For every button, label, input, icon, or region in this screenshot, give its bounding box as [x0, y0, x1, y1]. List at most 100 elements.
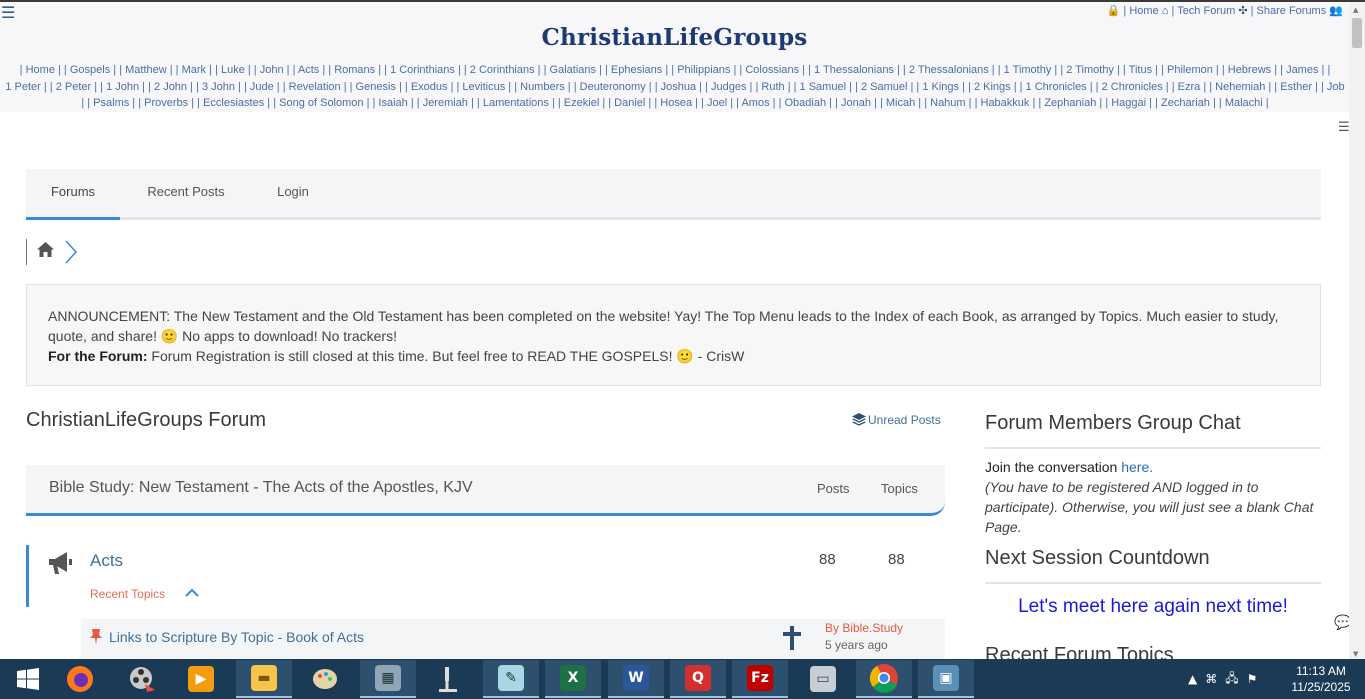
nav-link-leviticus[interactable]: Leviticus	[462, 81, 505, 93]
nav-link-genesis[interactable]: Genesis	[356, 81, 396, 93]
nav-link-haggai[interactable]: Haggai	[1111, 97, 1146, 109]
nav-link-exodus[interactable]: Exodus	[411, 81, 448, 93]
top-link-home[interactable]: Home	[1129, 5, 1158, 17]
nav-link-proverbs[interactable]: Proverbs	[144, 97, 188, 109]
topic-author-link[interactable]: By Bible.Study	[825, 621, 903, 635]
nav-link-nehemiah[interactable]: Nehemiah	[1215, 81, 1265, 93]
nav-link-2-peter[interactable]: 2 Peter	[56, 81, 91, 93]
nav-link-2-corinthians[interactable]: 2 Corinthians	[470, 64, 535, 76]
nav-link-matthew[interactable]: Matthew	[125, 64, 167, 76]
nav-link-micah[interactable]: Micah	[886, 97, 915, 109]
nav-link-home[interactable]: Home	[26, 64, 55, 76]
nav-link-philemon[interactable]: Philemon	[1167, 64, 1213, 76]
site-logo[interactable]: ChristianLifeGroups	[0, 24, 1349, 51]
chat-link[interactable]: here.	[1121, 459, 1153, 475]
nav-link-hosea[interactable]: Hosea	[660, 97, 692, 109]
scroll-down-arrow-icon[interactable]: ▼	[1353, 650, 1358, 658]
nav-link-isaiah[interactable]: Isaiah	[378, 97, 407, 109]
nav-link-amos[interactable]: Amos	[741, 97, 769, 109]
forum-name-link[interactable]: Acts	[90, 551, 123, 571]
taskbar-microscope[interactable]	[420, 660, 476, 698]
nav-link-1-samuel[interactable]: 1 Samuel	[800, 81, 846, 93]
taskbar-system-monitor[interactable]: ▭	[795, 660, 851, 698]
taskbar-file-explorer[interactable]: ▬	[236, 660, 292, 698]
nav-link-ezra[interactable]: Ezra	[1178, 81, 1201, 93]
nav-link-habakkuk[interactable]: Habakkuk	[981, 97, 1030, 109]
taskbar-paint[interactable]	[297, 660, 353, 698]
nav-link-ephesians[interactable]: Ephesians	[611, 64, 662, 76]
flag-icon[interactable]: ⚑	[1247, 672, 1258, 686]
usb-icon[interactable]: ⌘	[1205, 672, 1217, 686]
taskbar-filezilla[interactable]: Fz	[732, 660, 788, 698]
nav-link-numbers[interactable]: Numbers	[520, 81, 565, 93]
home-icon[interactable]	[37, 242, 54, 257]
nav-link-song-of-solomon[interactable]: Song of Solomon	[279, 97, 363, 109]
nav-link-joshua[interactable]: Joshua	[661, 81, 696, 93]
nav-link-3-john[interactable]: 3 John	[202, 81, 235, 93]
tab-forums[interactable]: Forums	[26, 169, 120, 220]
nav-link-jude[interactable]: Jude	[250, 81, 274, 93]
nav-link-1-corinthians[interactable]: 1 Corinthians	[390, 64, 455, 76]
nav-link-2-kings[interactable]: 2 Kings	[974, 81, 1011, 93]
topic-title-link[interactable]: Links to Scripture By Topic - Book of Ac…	[109, 629, 364, 645]
nav-link-galatians[interactable]: Galatians	[550, 64, 596, 76]
nav-link-psalms[interactable]: Psalms	[93, 97, 129, 109]
chevron-up-icon[interactable]: ▲	[1188, 672, 1197, 686]
nav-link-romans[interactable]: Romans	[334, 64, 375, 76]
nav-link-obadiah[interactable]: Obadiah	[784, 97, 826, 109]
taskbar-video[interactable]: ▶	[173, 660, 229, 698]
nav-link-titus[interactable]: Titus	[1129, 64, 1152, 76]
nav-link-1-timothy[interactable]: 1 Timothy	[1004, 64, 1052, 76]
nav-link-john[interactable]: John	[260, 64, 284, 76]
nav-link-nahum[interactable]: Nahum	[930, 97, 965, 109]
nav-link-jeremiah[interactable]: Jeremiah	[423, 97, 468, 109]
nav-link-1-kings[interactable]: 1 Kings	[922, 81, 959, 93]
category-title[interactable]: Bible Study: New Testament - The Acts of…	[49, 479, 473, 497]
nav-link-job[interactable]: Job	[1327, 81, 1345, 93]
nav-link-esther[interactable]: Esther	[1280, 81, 1312, 93]
taskbar-chrome[interactable]	[856, 660, 912, 698]
nav-link-gospels[interactable]: Gospels	[70, 64, 110, 76]
nav-link-2-samuel[interactable]: 2 Samuel	[861, 81, 907, 93]
top-link-share-forums[interactable]: Share Forums	[1257, 5, 1327, 17]
nav-link-hebrews[interactable]: Hebrews	[1228, 64, 1271, 76]
network-icon[interactable]: 🖧	[1225, 669, 1238, 690]
nav-link-zephaniah[interactable]: Zephaniah	[1044, 97, 1096, 109]
nav-link-1-peter[interactable]: 1 Peter	[5, 81, 40, 93]
tab-recent-posts[interactable]: Recent Posts	[133, 169, 239, 220]
nav-link-lamentations[interactable]: Lamentations	[483, 97, 549, 109]
nav-link-luke[interactable]: Luke	[221, 64, 245, 76]
nav-link-judges[interactable]: Judges	[711, 81, 746, 93]
nav-link-1-chronicles[interactable]: 1 Chronicles	[1026, 81, 1087, 93]
nav-link-2-john[interactable]: 2 John	[154, 81, 187, 93]
taskbar-notepad[interactable]: ✎	[483, 660, 539, 698]
taskbar-calculator[interactable]: ▦	[360, 660, 416, 698]
scroll-thumb[interactable]	[1352, 18, 1362, 48]
taskbar-photos[interactable]: ▣	[918, 660, 974, 698]
nav-link-ruth[interactable]: Ruth	[761, 81, 784, 93]
nav-link-1-thessalonians[interactable]: 1 Thessalonians	[814, 64, 894, 76]
nav-link-deuteronomy[interactable]: Deuteronomy	[580, 81, 646, 93]
nav-link-colossians[interactable]: Colossians	[745, 64, 799, 76]
taskbar-word[interactable]: W	[608, 660, 664, 698]
recent-topics-toggle[interactable]: Recent Topics	[90, 587, 165, 601]
scrollbar[interactable]: ▲ ▼	[1349, 2, 1365, 659]
nav-link-acts[interactable]: Acts	[298, 64, 319, 76]
top-link-tech-forum[interactable]: Tech Forum	[1177, 5, 1235, 17]
nav-link-jonah[interactable]: Jonah	[841, 97, 871, 109]
taskbar-clock[interactable]: 11:13 AM 11/25/2025	[1290, 663, 1352, 695]
side-menu-icon[interactable]: ☰	[1338, 120, 1350, 135]
nav-link-revelation[interactable]: Revelation	[289, 81, 341, 93]
taskbar-firefox[interactable]	[52, 660, 108, 698]
taskbar-media-player[interactable]	[114, 660, 170, 698]
scroll-up-arrow-icon[interactable]: ▲	[1353, 6, 1358, 14]
nav-link-2-chronicles[interactable]: 2 Chronicles	[1102, 81, 1163, 93]
nav-link-ezekiel[interactable]: Ezekiel	[564, 97, 599, 109]
unread-posts-link[interactable]: Unread Posts	[852, 413, 941, 427]
chevron-up-icon[interactable]	[185, 588, 199, 598]
nav-link-2-thessalonians[interactable]: 2 Thessalonians	[909, 64, 989, 76]
taskbar-excel[interactable]: X	[545, 660, 601, 698]
nav-link-james[interactable]: James	[1286, 64, 1318, 76]
nav-link-ecclesiastes[interactable]: Ecclesiastes	[203, 97, 264, 109]
nav-link-malachi[interactable]: Malachi	[1225, 97, 1263, 109]
